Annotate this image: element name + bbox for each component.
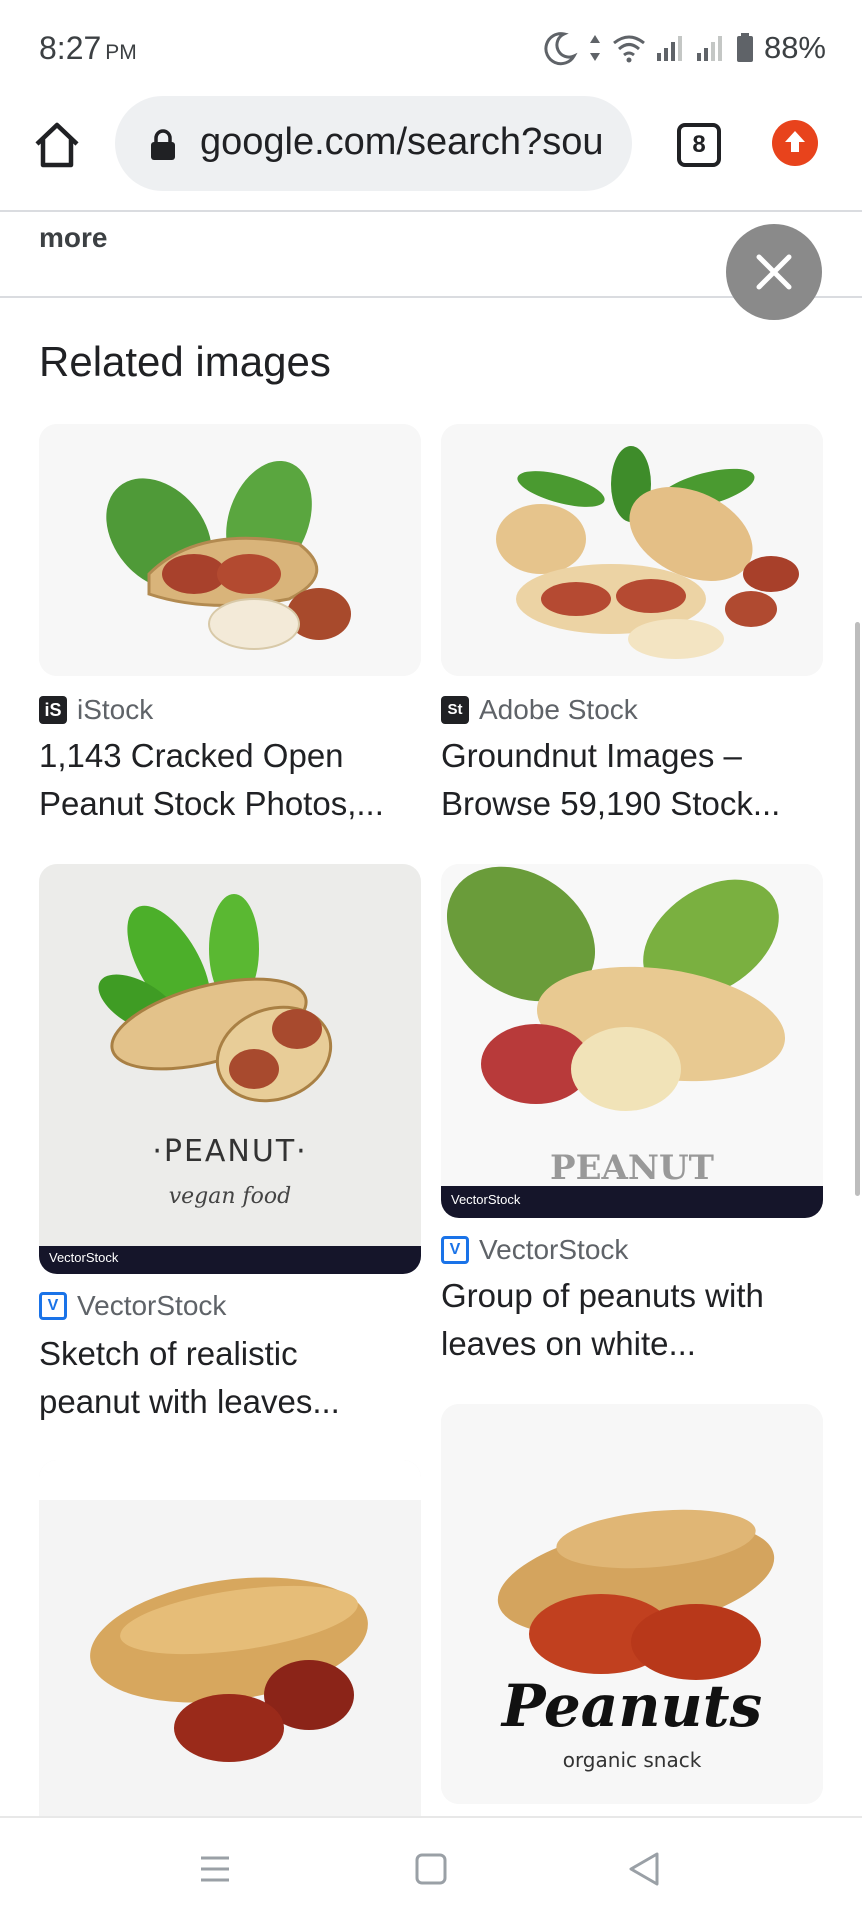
image-caption-peanut: PEANUT — [550, 1148, 714, 1188]
source-label: iStock — [77, 694, 154, 725]
image-caption-peanut: ·PEANUT· — [152, 1134, 308, 1169]
toolbar-divider — [0, 210, 862, 212]
url-text: google.com/search?sou — [200, 121, 604, 163]
peanut-with-leaves-image — [39, 424, 421, 676]
card-title-2[interactable]: Groundnut Images – Browse 59,190 Stock..… — [441, 732, 831, 828]
related-image-5[interactable] — [39, 1460, 421, 1816]
recent-apps-icon[interactable] — [198, 1852, 232, 1886]
battery-percent: 88% — [763, 30, 826, 65]
tab-switcher-button[interactable]: 8 — [677, 123, 721, 167]
source-label: VectorStock — [479, 1234, 629, 1265]
card-title-line: Sketch of realistic — [39, 1335, 298, 1372]
more-link[interactable]: more — [39, 222, 107, 254]
groundnut-pile-image — [441, 424, 823, 676]
do-not-disturb-moon-icon — [544, 32, 578, 66]
wifi-icon — [613, 35, 645, 63]
card-title-line: peanut with leaves... — [39, 1383, 340, 1420]
related-image-2[interactable] — [441, 424, 823, 676]
status-icons: 88% — [542, 30, 826, 66]
battery-icon — [736, 33, 753, 62]
card-title-4[interactable]: Group of peanuts with leaves on white... — [441, 1272, 831, 1368]
adobe-stock-logo-icon: St — [441, 696, 469, 724]
card-title-line: Group of peanuts with — [441, 1277, 764, 1314]
lock-icon — [151, 129, 175, 160]
address-bar[interactable]: google.com/search?sou — [115, 96, 632, 191]
scrollbar[interactable] — [855, 622, 860, 1196]
related-image-6[interactable]: Peanuts organic snack — [441, 1404, 823, 1804]
home-square-icon[interactable] — [414, 1852, 448, 1886]
card-source-4[interactable]: V VectorStock — [441, 1234, 628, 1266]
card-title-line: Browse 59,190 Stock... — [441, 785, 781, 822]
data-arrows-icon — [589, 35, 600, 61]
card-title-3[interactable]: Sketch of realistic peanut with leaves..… — [39, 1330, 429, 1426]
card-title-1[interactable]: 1,143 Cracked Open Peanut Stock Photos,.… — [39, 732, 429, 828]
section-title: Related images — [39, 338, 331, 385]
status-bar: 8:27 PM 88% — [0, 0, 862, 96]
arrow-up-icon — [785, 131, 805, 152]
card-title-line: leaves on white... — [441, 1325, 696, 1362]
system-nav-bar — [0, 1816, 862, 1920]
card-title-line: 1,143 Cracked Open — [39, 737, 344, 774]
browser-toolbar: google.com/search?sou 8 — [0, 96, 862, 210]
home-icon[interactable] — [32, 120, 82, 170]
close-button[interactable] — [726, 224, 822, 320]
card-source-1[interactable]: iS iStock — [39, 694, 153, 726]
vectorstock-logo-icon: V — [441, 1236, 469, 1264]
card-source-3[interactable]: V VectorStock — [39, 1290, 226, 1322]
related-image-3[interactable]: ·PEANUT· vegan food VectorStock — [39, 864, 421, 1274]
vectorstock-logo-icon: V — [39, 1292, 67, 1320]
card-title-line: Groundnut Images – — [441, 737, 742, 774]
image-caption-vegan: vegan food — [168, 1184, 292, 1209]
status-clock: 8:27 — [39, 30, 102, 66]
source-label: Adobe Stock — [479, 694, 638, 725]
close-icon — [756, 254, 792, 290]
image-watermark-brand: VectorStock — [49, 1250, 119, 1265]
source-label: VectorStock — [77, 1290, 227, 1321]
update-icon[interactable] — [772, 120, 818, 166]
signal-icon-1 — [656, 36, 682, 61]
peanuts-organic-snack-image — [441, 1404, 823, 1804]
image-caption-peanuts: Peanuts — [501, 1672, 763, 1740]
peanut-sketch-image — [39, 864, 421, 1274]
card-title-line: Peanut Stock Photos,... — [39, 785, 384, 822]
status-time: 8:27 PM — [39, 30, 137, 67]
image-watermark-brand: VectorStock — [451, 1192, 521, 1207]
image-caption-organic: organic snack — [562, 1748, 702, 1772]
istock-logo-icon: iS — [39, 696, 67, 724]
peanut-photo-image — [39, 1460, 421, 1816]
status-ampm: PM — [105, 41, 137, 64]
related-image-4[interactable]: PEANUT VectorStock — [441, 864, 823, 1218]
signal-icon-2 — [696, 36, 722, 61]
related-image-1[interactable] — [39, 424, 421, 676]
back-icon[interactable] — [626, 1850, 662, 1888]
card-source-2[interactable]: St Adobe Stock — [441, 694, 638, 726]
